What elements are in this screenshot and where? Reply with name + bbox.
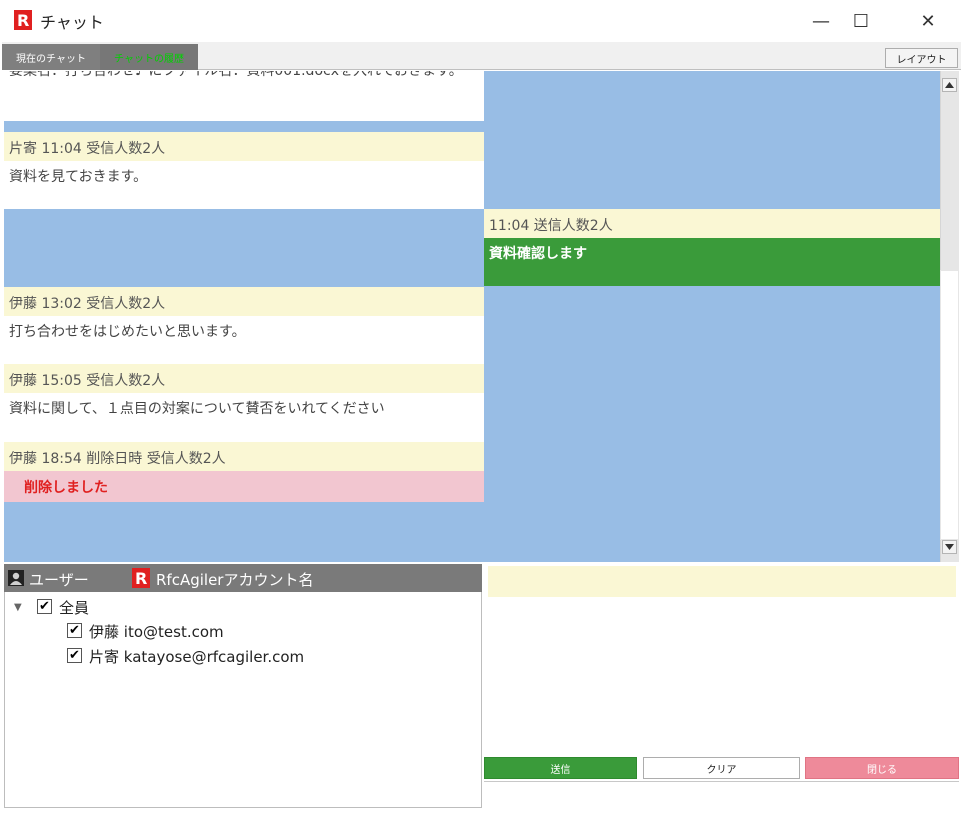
svg-text:R: R (17, 11, 29, 30)
chat-log[interactable]: 要案名：打ち合わせ♪ にファイル名：資料001.docxを入れておきます。 片寄… (4, 71, 959, 562)
message-body: 資料に関して、１点目の対案について賛否をいれてください (4, 393, 484, 442)
close-window-button[interactable]: ✕ (906, 0, 950, 42)
layout-button[interactable]: レイアウト (885, 48, 958, 68)
tab-chat-history[interactable]: チャットの履歴 (100, 44, 198, 70)
deleted-message-body: 削除しました (4, 471, 484, 502)
rfcagiler-logo-icon: R (132, 568, 150, 588)
message-header: 伊藤 15:05 受信人数2人 (4, 364, 484, 393)
message-body: 打ち合わせをはじめたいと思います。 (4, 316, 484, 364)
clear-button[interactable]: クリア (643, 757, 800, 779)
divider (484, 781, 959, 782)
message-body: 資料を見ておきます。 (4, 161, 484, 209)
send-button[interactable]: 送信 (484, 757, 637, 779)
message-input[interactable] (488, 566, 956, 597)
member-row: 片寄 katayose@rfcagiler.com (89, 648, 305, 666)
group-label: 全員 (59, 599, 90, 617)
app-logo-icon: R (14, 10, 32, 30)
message-header: 片寄 11:04 受信人数2人 (4, 132, 484, 161)
message-header: 伊藤 13:02 受信人数2人 (4, 287, 484, 316)
checkbox-member[interactable]: ✔ (67, 648, 82, 663)
sent-message-header: 11:04 送信人数2人 (484, 209, 940, 238)
window-title: チャット (40, 13, 104, 32)
scroll-down-icon[interactable] (942, 540, 957, 554)
sent-message-body: 資料確認します (484, 238, 940, 286)
minimize-button[interactable]: — (799, 0, 843, 42)
user-column-label: ユーザー (29, 571, 89, 589)
scroll-up-icon[interactable] (942, 78, 957, 92)
scroll-thumb[interactable] (940, 270, 959, 540)
close-button[interactable]: 閉じる (805, 757, 959, 779)
member-row: 伊藤 ito@test.com (89, 623, 224, 641)
account-column-label: RfcAgilerアカウント名 (156, 571, 314, 589)
user-list-header: ユーザー R RfcAgilerアカウント名 (4, 564, 482, 592)
svg-text:R: R (135, 569, 147, 588)
tree-expand-icon[interactable]: ▼ (14, 602, 22, 613)
tab-current-chat[interactable]: 現在のチャット (2, 44, 100, 70)
message-body-truncated: 要案名：打ち合わせ♪ にファイル名：資料001.docxを入れておきます。 (4, 71, 484, 121)
user-icon (8, 570, 24, 586)
checkbox-all[interactable]: ✔ (37, 599, 52, 614)
maximize-button[interactable]: ☐ (839, 0, 883, 42)
checkbox-member[interactable]: ✔ (67, 623, 82, 638)
message-header: 伊藤 18:54 削除日時 受信人数2人 (4, 442, 484, 471)
